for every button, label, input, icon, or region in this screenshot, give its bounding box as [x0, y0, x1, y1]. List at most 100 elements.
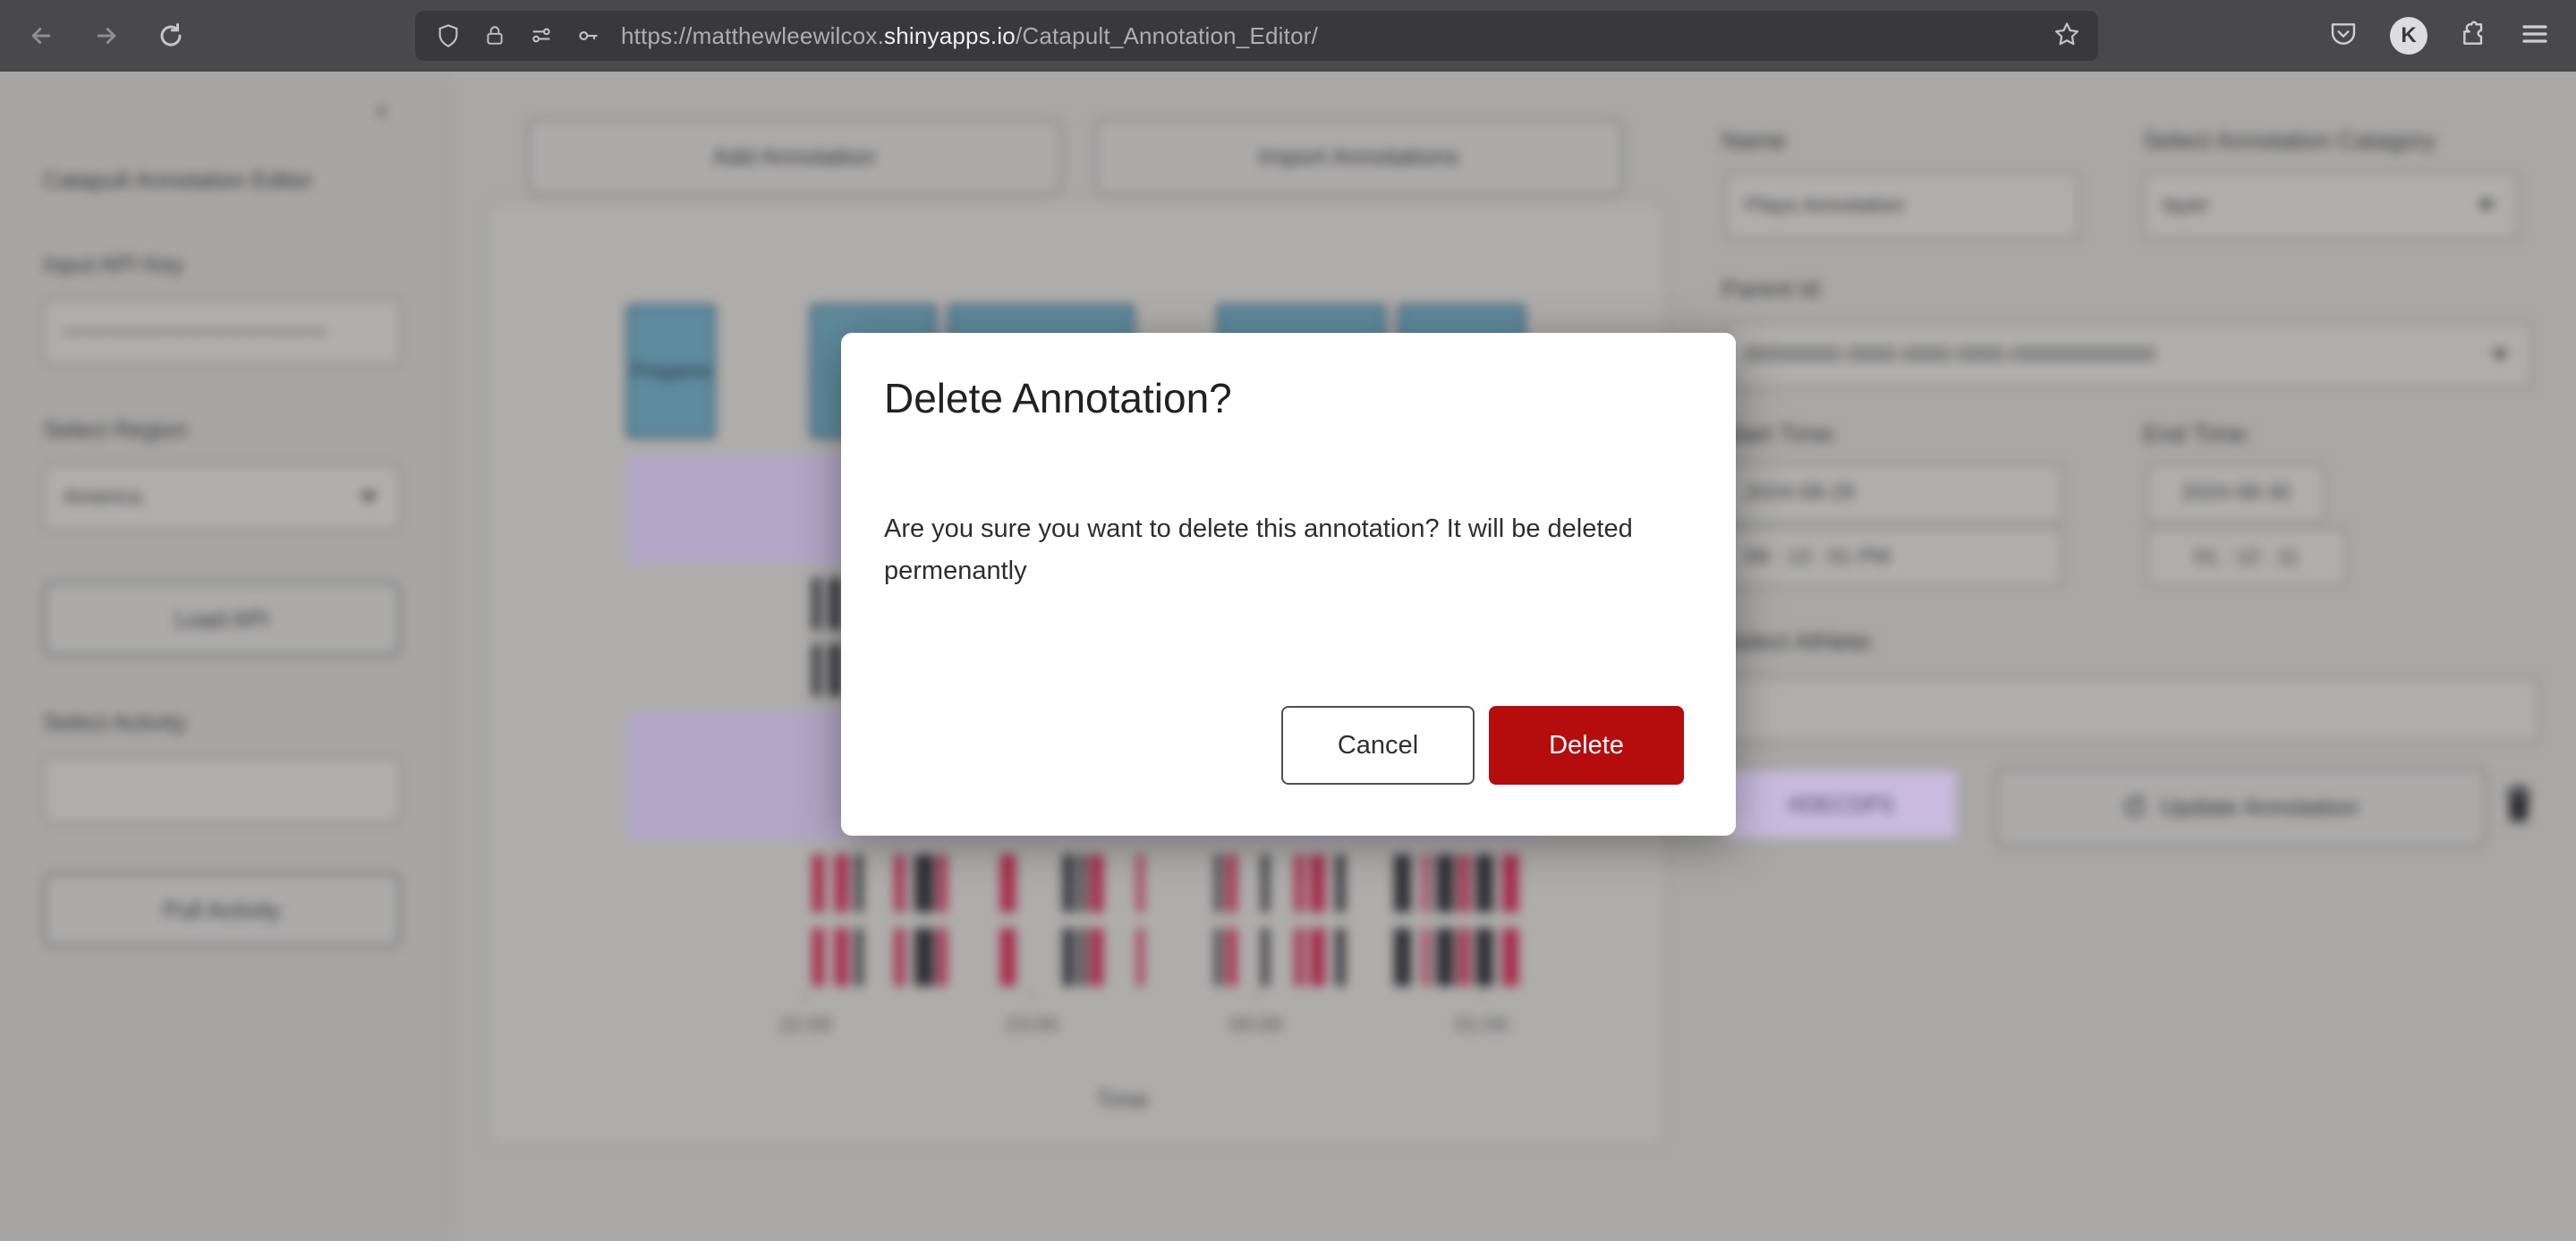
- delete-annotation-trash-icon[interactable]: [2504, 784, 2534, 828]
- parent-id-label: Parent Id: [1722, 276, 1820, 303]
- athlete-input[interactable]: [1725, 676, 2539, 743]
- barcode-bar: [1475, 854, 1493, 986]
- reload-icon[interactable]: [148, 13, 194, 59]
- barcode-bar: [855, 854, 863, 986]
- axis-tick-label: 23:00: [1005, 1013, 1058, 1038]
- start-date-value: 2024-08-29: [1727, 480, 1855, 506]
- cancel-button[interactable]: Cancel: [1281, 706, 1475, 785]
- category-value: layer: [2145, 193, 2209, 218]
- key-icon[interactable]: [574, 22, 601, 49]
- api-key-masked-value: ••••••••••••••••••••••••••••••••: [45, 323, 329, 342]
- end-time-value: 01 : 12 : 11: [2194, 545, 2300, 570]
- barcode-bar: [1000, 854, 1016, 986]
- name-value: Plays Annotation: [1727, 193, 1905, 218]
- barcode-bar: [812, 854, 824, 986]
- barcode-cluster: [1215, 854, 1530, 986]
- url-bar[interactable]: https://matthewleewilcox.shinyapps.io/Ca…: [415, 11, 2098, 61]
- modal-body-text: Are you sure you want to delete this ann…: [884, 508, 1680, 592]
- dropdown-caret-icon: [2478, 200, 2495, 211]
- barcode-bar: [1436, 854, 1454, 986]
- axis-tick-mark: [1255, 990, 1257, 1002]
- delete-button[interactable]: Delete: [1489, 706, 1684, 785]
- parent-id-value: 00000000-0000-0000-0000-000000000000: [1727, 343, 2155, 368]
- category-label: Select Annotation Catagory: [2143, 127, 2436, 155]
- dropdown-caret-icon: [360, 492, 378, 503]
- load-api-button[interactable]: Load API: [43, 582, 401, 657]
- barcode-bar: [1262, 854, 1269, 986]
- barcode-bar: [1137, 854, 1143, 986]
- extensions-puzzle-icon[interactable]: [2460, 20, 2488, 53]
- modal-title: Delete Annotation?: [884, 374, 1232, 422]
- add-annotation-button[interactable]: Add Annotation: [527, 118, 1061, 195]
- barcode-bar: [1336, 854, 1345, 986]
- url-prefix: https://matthewleewilcox.: [621, 22, 884, 49]
- permissions-sliders-icon[interactable]: [528, 22, 555, 49]
- forward-icon[interactable]: [83, 13, 130, 59]
- start-time-label: Start Time:: [1722, 421, 1839, 448]
- axis-title: Time: [1096, 1086, 1149, 1114]
- browser-toolbar: https://matthewleewilcox.shinyapps.io/Ca…: [0, 0, 2576, 72]
- activity-label: Select Activity: [43, 709, 186, 736]
- name-label: Name: [1722, 127, 1786, 155]
- update-annotation-label: Update Annotation: [2160, 794, 2359, 821]
- update-annotation-button[interactable]: Update Annotation: [1995, 768, 2486, 846]
- end-date-value: 2024-08-30: [2181, 480, 2291, 506]
- barcode-bar: [1227, 854, 1237, 986]
- category-select[interactable]: layer: [2143, 172, 2519, 240]
- barcode-bar: [829, 578, 841, 696]
- start-time-value: 09 : 13 : 01 PM: [1727, 545, 1891, 570]
- barcode-bar: [1063, 854, 1074, 986]
- barcode-bar: [835, 854, 848, 986]
- shield-icon[interactable]: [435, 22, 462, 49]
- screenshot-stage: https://matthewleewilcox.shinyapps.io/Ca…: [0, 0, 2576, 1241]
- barcode-bar: [1458, 854, 1469, 986]
- delete-annotation-modal: Delete Annotation? Are you sure you want…: [841, 333, 1736, 836]
- barcode-cluster: [812, 854, 1145, 986]
- menu-hamburger-icon[interactable]: [2521, 20, 2549, 53]
- axis-tick-label: 00:00: [1229, 1013, 1283, 1038]
- barcode-bar: [1394, 854, 1411, 986]
- lock-icon[interactable]: [481, 22, 508, 49]
- sidebar-collapse-icon[interactable]: ‹: [376, 89, 387, 130]
- account-avatar[interactable]: K: [2390, 17, 2427, 55]
- app-title: Catapult Annotation Editor: [43, 166, 313, 194]
- barcode-bar: [812, 578, 820, 696]
- axis-tick-mark: [1031, 990, 1033, 1002]
- activity-input[interactable]: [43, 756, 401, 824]
- bookmark-star-icon[interactable]: [2053, 21, 2080, 52]
- url-domain: shinyapps.io: [884, 22, 1016, 49]
- annotation-color-swatch[interactable]: #DECDF5: [1725, 771, 1956, 837]
- end-date-input[interactable]: 2024-08-30: [2147, 463, 2325, 523]
- parent-id-select[interactable]: 00000000-0000-0000-0000-000000000000: [1725, 322, 2532, 388]
- barcode-bar: [1090, 854, 1103, 986]
- name-input[interactable]: Plays Annotation: [1725, 172, 2079, 240]
- region-label: Select Region: [43, 416, 188, 444]
- athlete-label: Select Athlete:: [1722, 628, 1876, 656]
- back-icon[interactable]: [18, 13, 64, 59]
- end-time-input[interactable]: 01 : 12 : 11: [2147, 528, 2347, 587]
- axis-tick-mark: [804, 990, 806, 1002]
- axis-tick-label: 22:00: [778, 1013, 832, 1038]
- barcode-bar: [1079, 854, 1085, 986]
- refresh-icon: [2122, 795, 2147, 820]
- dropdown-caret-icon: [2491, 350, 2509, 361]
- url-path: /Catapult_Annotation_Editor/: [1016, 22, 1318, 49]
- sidebar: ‹ Catapult Annotation Editor Input API K…: [0, 72, 447, 1241]
- barcode-bar: [1423, 854, 1429, 986]
- pull-activity-button[interactable]: Pull Activity: [43, 872, 401, 948]
- api-key-label: Input API Key: [43, 251, 184, 278]
- barcode-bar: [914, 854, 934, 986]
- import-annotations-button[interactable]: Import Annotations: [1094, 118, 1623, 195]
- barcode-bar: [1502, 854, 1518, 986]
- end-time-label: End Time:: [2143, 421, 2252, 448]
- start-time-input[interactable]: 09 : 13 : 01 PM: [1725, 528, 2063, 587]
- period-box[interactable]: Pregame: [626, 304, 716, 438]
- pocket-icon[interactable]: [2329, 20, 2358, 53]
- axis-tick-mark: [1481, 990, 1483, 1002]
- api-key-input[interactable]: ••••••••••••••••••••••••••••••••: [43, 298, 401, 366]
- url-text: https://matthewleewilcox.shinyapps.io/Ca…: [621, 22, 1318, 50]
- barcode-bar: [1310, 854, 1325, 986]
- region-select[interactable]: America: [43, 463, 401, 531]
- start-date-input[interactable]: 2024-08-29: [1725, 463, 2063, 523]
- barcode-bar: [1215, 854, 1221, 986]
